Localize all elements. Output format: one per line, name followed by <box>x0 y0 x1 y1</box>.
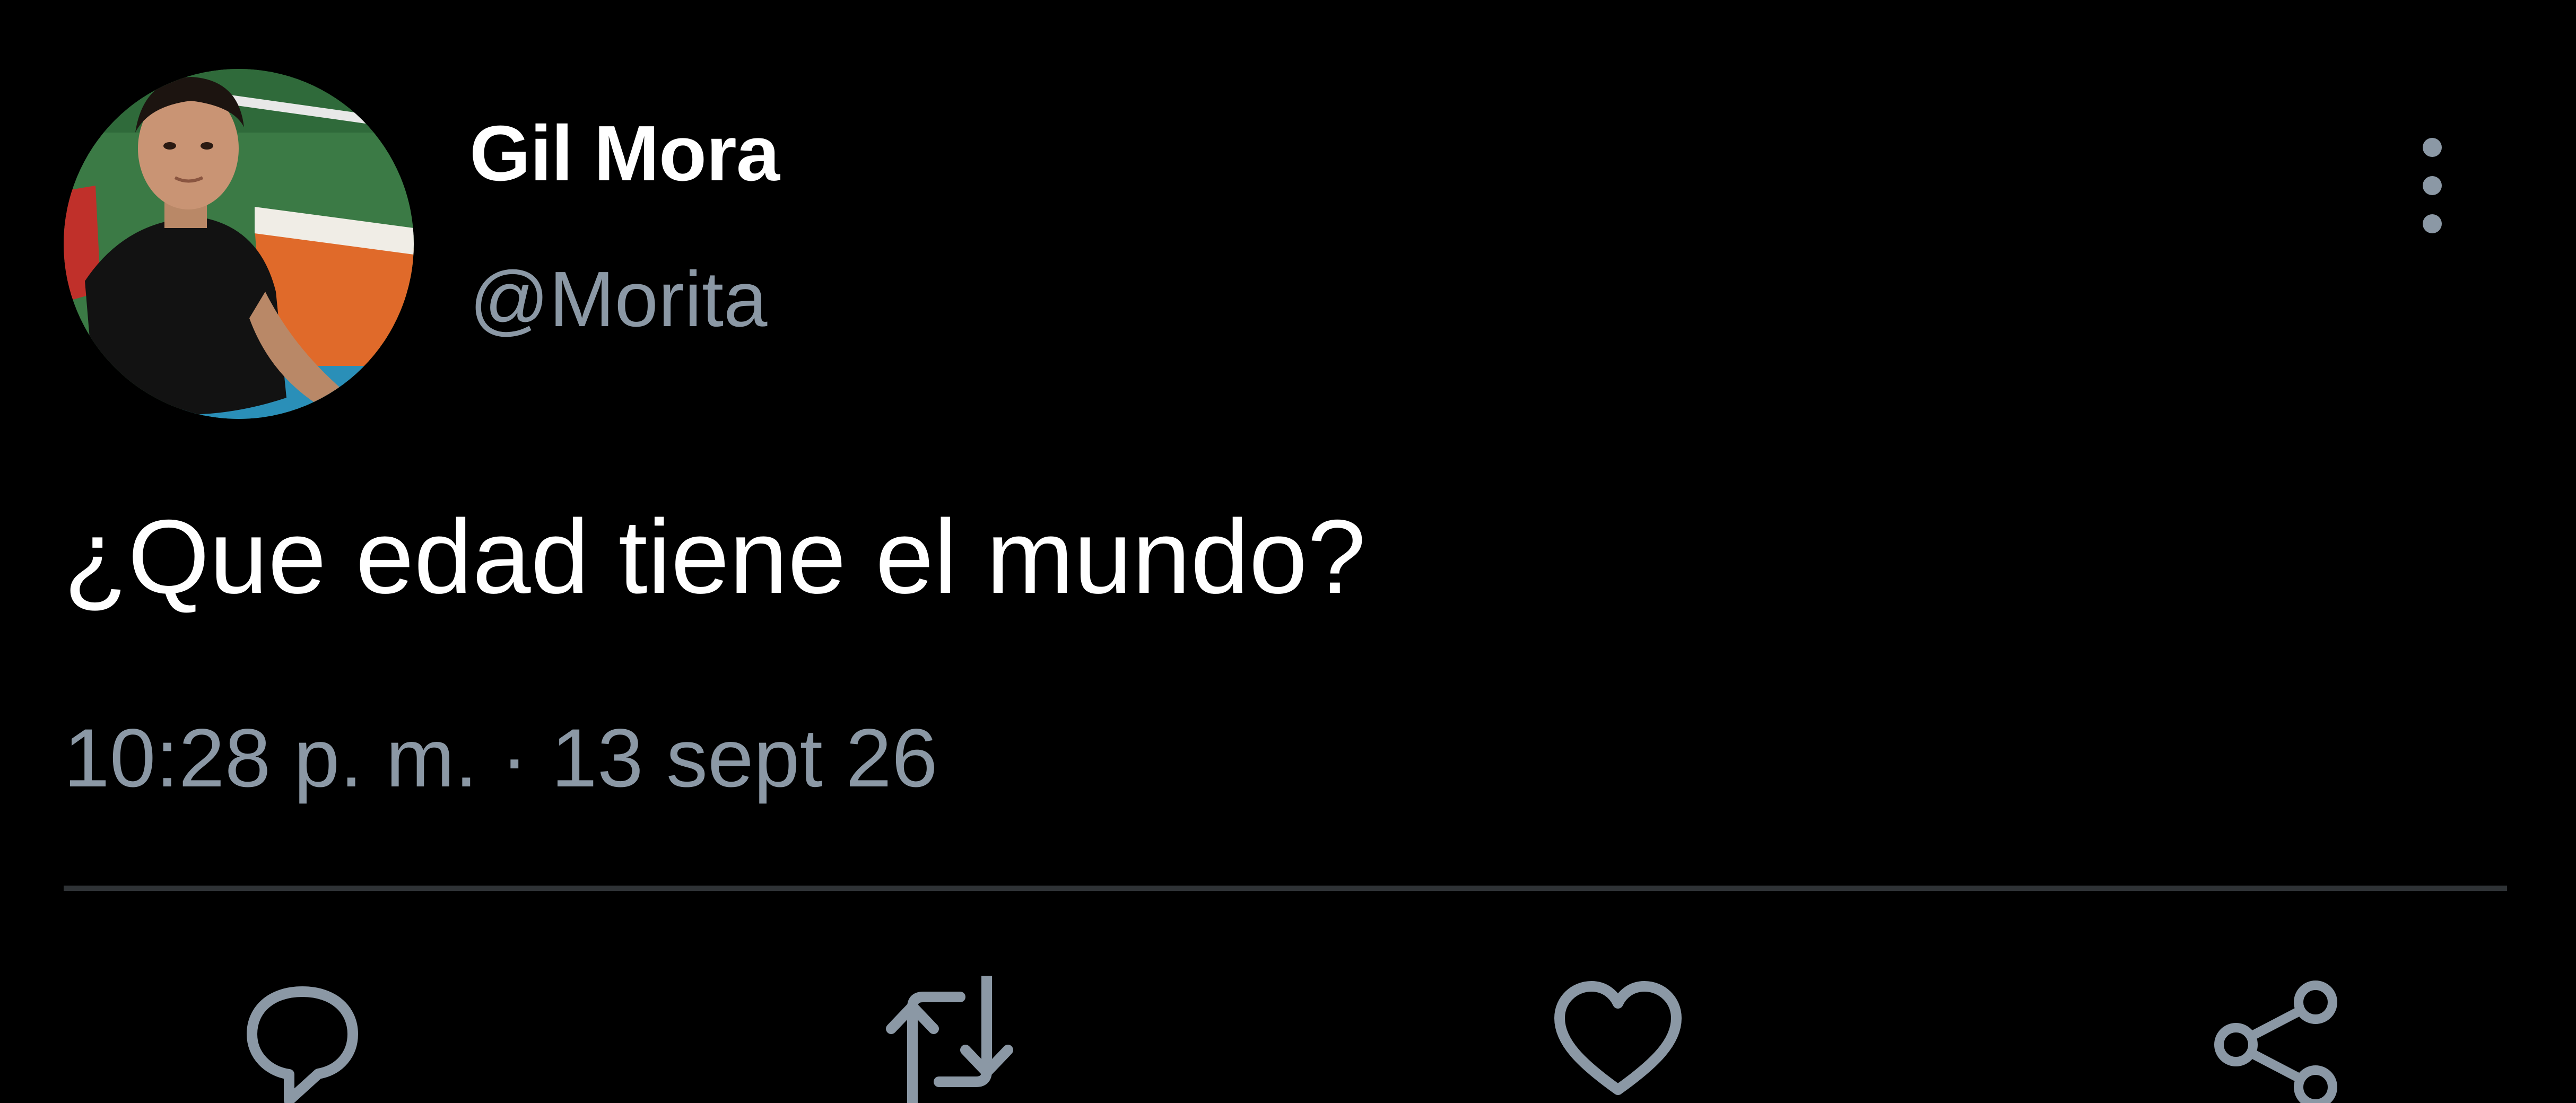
more-vertical-icon <box>2423 138 2442 157</box>
tweet-time: 10:28 p. m. <box>64 712 478 804</box>
display-name[interactable]: Gil Mora <box>469 109 780 199</box>
meta-separator: · <box>500 712 528 804</box>
share-icon <box>2214 981 2337 1103</box>
share-button[interactable] <box>2207 976 2345 1103</box>
action-bar <box>0 976 2576 1103</box>
tweet-date: 13 sept 26 <box>551 712 938 804</box>
heart-icon <box>1554 981 1682 1095</box>
user-handle[interactable]: @Morita <box>469 255 767 345</box>
tweet-text: ¿Que edad tiene el mundo? <box>64 498 1366 615</box>
avatar[interactable] <box>64 69 414 419</box>
like-button[interactable] <box>1549 976 1687 1103</box>
tweet-timestamp[interactable]: 10:28 p. m. · 13 sept 26 <box>64 711 938 806</box>
more-options-button[interactable] <box>2398 127 2467 244</box>
retweet-icon <box>886 976 1013 1103</box>
more-vertical-icon-dot <box>2423 214 2442 233</box>
more-vertical-icon-dot <box>2423 176 2442 195</box>
reply-button[interactable] <box>233 976 371 1103</box>
retweet-button[interactable] <box>881 976 1019 1103</box>
reply-icon <box>247 986 358 1103</box>
tweet-detail: Gil Mora @Morita ¿Que edad tiene el mund… <box>0 0 2576 1103</box>
divider <box>64 886 2507 891</box>
avatar-photo <box>64 69 414 419</box>
